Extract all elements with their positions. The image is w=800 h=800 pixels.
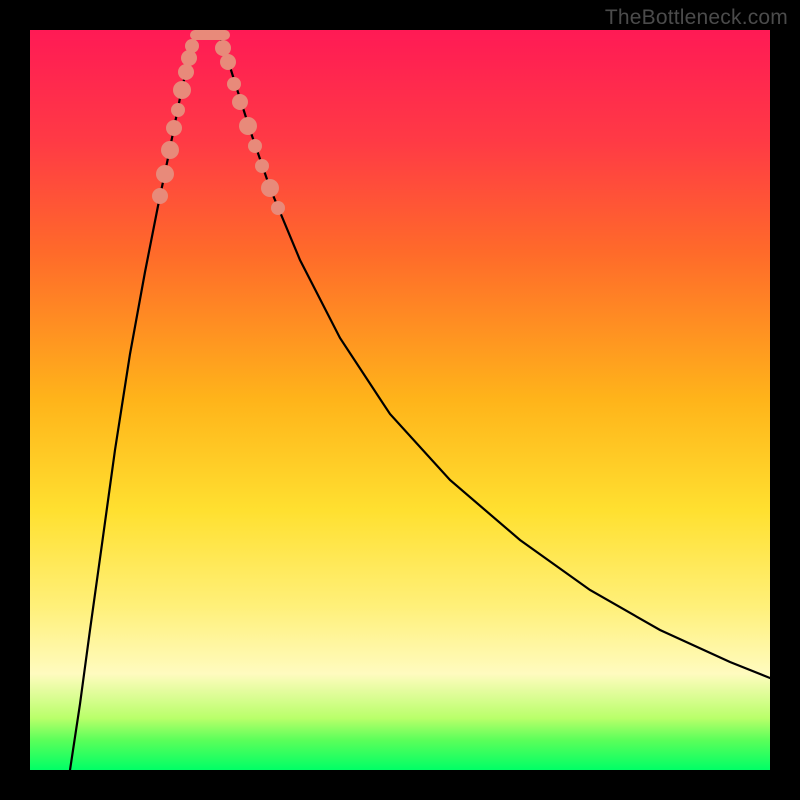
left-bottleneck-curve bbox=[70, 30, 198, 770]
right-bottleneck-curve bbox=[218, 30, 770, 678]
plot-area bbox=[30, 30, 770, 770]
data-marker bbox=[215, 40, 231, 56]
data-marker bbox=[161, 141, 179, 159]
data-marker bbox=[173, 81, 191, 99]
data-marker bbox=[248, 139, 262, 153]
data-marker bbox=[232, 94, 248, 110]
data-marker bbox=[261, 179, 279, 197]
data-marker bbox=[239, 117, 257, 135]
data-marker bbox=[171, 103, 185, 117]
data-marker bbox=[156, 165, 174, 183]
data-marker bbox=[178, 64, 194, 80]
data-marker bbox=[227, 77, 241, 91]
data-marker bbox=[271, 201, 285, 215]
valley-marker bbox=[190, 30, 230, 40]
data-marker bbox=[220, 54, 236, 70]
chart-frame: TheBottleneck.com bbox=[0, 0, 800, 800]
data-marker bbox=[185, 39, 199, 53]
watermark-text: TheBottleneck.com bbox=[605, 6, 788, 30]
curves-layer bbox=[30, 30, 770, 770]
left-curve-markers bbox=[152, 39, 199, 204]
right-curve-markers bbox=[215, 40, 285, 215]
data-marker bbox=[166, 120, 182, 136]
data-marker bbox=[255, 159, 269, 173]
data-marker bbox=[152, 188, 168, 204]
